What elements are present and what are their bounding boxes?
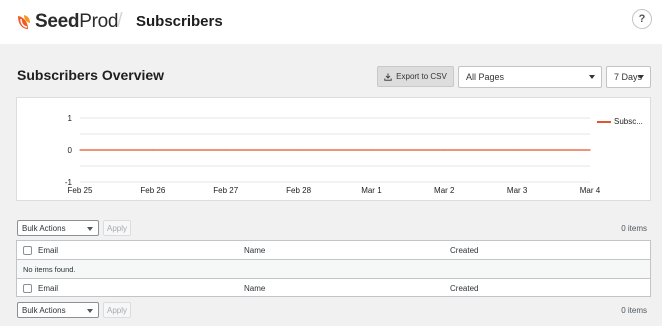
x-tick-label: Feb 25	[68, 186, 93, 195]
x-tick-label: Mar 4	[580, 186, 601, 195]
section-title: Subscribers Overview	[17, 67, 165, 83]
download-icon	[384, 73, 392, 81]
brand-name: SeedProd	[35, 11, 119, 32]
export-csv-label: Export to CSV	[396, 72, 447, 81]
export-csv-button[interactable]: Export to CSV	[377, 66, 454, 87]
page-title: Subscribers	[136, 13, 223, 30]
data-point	[152, 149, 154, 151]
data-point	[79, 149, 81, 151]
select-all-checkbox[interactable]	[23, 246, 32, 255]
days-select[interactable]: 7 Days	[606, 66, 651, 88]
table-row: No items found.	[17, 260, 650, 279]
items-count: 0 items	[621, 224, 647, 233]
chevron-down-icon	[638, 75, 644, 79]
column-name-footer[interactable]: Name	[244, 284, 265, 293]
seedprod-logo[interactable]: SeedProd	[16, 9, 118, 35]
column-email[interactable]: Email	[38, 246, 58, 255]
bulk-actions-select[interactable]: Bulk Actions	[17, 220, 99, 236]
x-tick-label: Feb 26	[140, 186, 165, 195]
column-created-footer[interactable]: Created	[450, 284, 478, 293]
x-tick-label: Mar 3	[507, 186, 528, 195]
pages-select-value: All Pages	[466, 72, 505, 82]
bulk-actions-value: Bulk Actions	[22, 223, 66, 233]
column-email-footer[interactable]: Email	[38, 284, 58, 293]
data-point	[589, 149, 591, 151]
top-bar: SeedProd / Subscribers ?	[0, 0, 662, 44]
table-footer-row: Email Name Created	[17, 278, 650, 297]
data-point	[516, 149, 518, 151]
x-tick-label: Mar 2	[434, 186, 455, 195]
subscribers-chart: 1 0 -1 Feb 25 Feb 26 Feb 27 Feb 28 Mar 1 Mar 2 Ma…	[16, 97, 651, 201]
data-point	[370, 149, 373, 151]
x-tick-label: Feb 28	[286, 186, 311, 195]
chart-canvas: 10-1Feb 25 Feb 26 Feb 27 Feb 28 Mar 1 Mar 2 Ma…	[65, 114, 643, 195]
column-created[interactable]: Created	[450, 246, 478, 255]
data-point	[225, 149, 227, 151]
bulk-actions-select-bottom[interactable]: Bulk Actions	[17, 302, 99, 318]
y-tick-label: 0	[68, 146, 73, 155]
bulk-actions-value: Bulk Actions	[22, 305, 66, 315]
breadcrumb-separator: /	[117, 10, 123, 32]
chevron-down-icon	[87, 309, 93, 313]
data-point	[297, 149, 300, 151]
data-point	[443, 149, 445, 151]
chevron-down-icon	[87, 227, 93, 231]
apply-button[interactable]: Apply	[103, 220, 131, 236]
select-all-checkbox-footer[interactable]	[23, 284, 32, 293]
legend-label: Subsc...	[614, 117, 643, 126]
column-name[interactable]: Name	[244, 246, 265, 255]
x-tick-label: Mar 1	[361, 186, 382, 195]
x-tick-label: Feb 27	[213, 186, 238, 195]
subscribers-table: Email Name Created No items found. Email…	[16, 240, 651, 297]
y-tick-label: 1	[68, 114, 73, 123]
question-circle-icon[interactable]: ?	[632, 9, 652, 29]
items-count-bottom: 0 items	[621, 306, 647, 315]
pages-select[interactable]: All Pages	[458, 66, 602, 88]
apply-button-bottom[interactable]: Apply	[103, 302, 131, 318]
table-header-row: Email Name Created	[17, 241, 650, 260]
chevron-down-icon	[589, 75, 595, 79]
seedprod-leaf-icon	[18, 15, 30, 29]
empty-message: No items found.	[23, 265, 76, 274]
